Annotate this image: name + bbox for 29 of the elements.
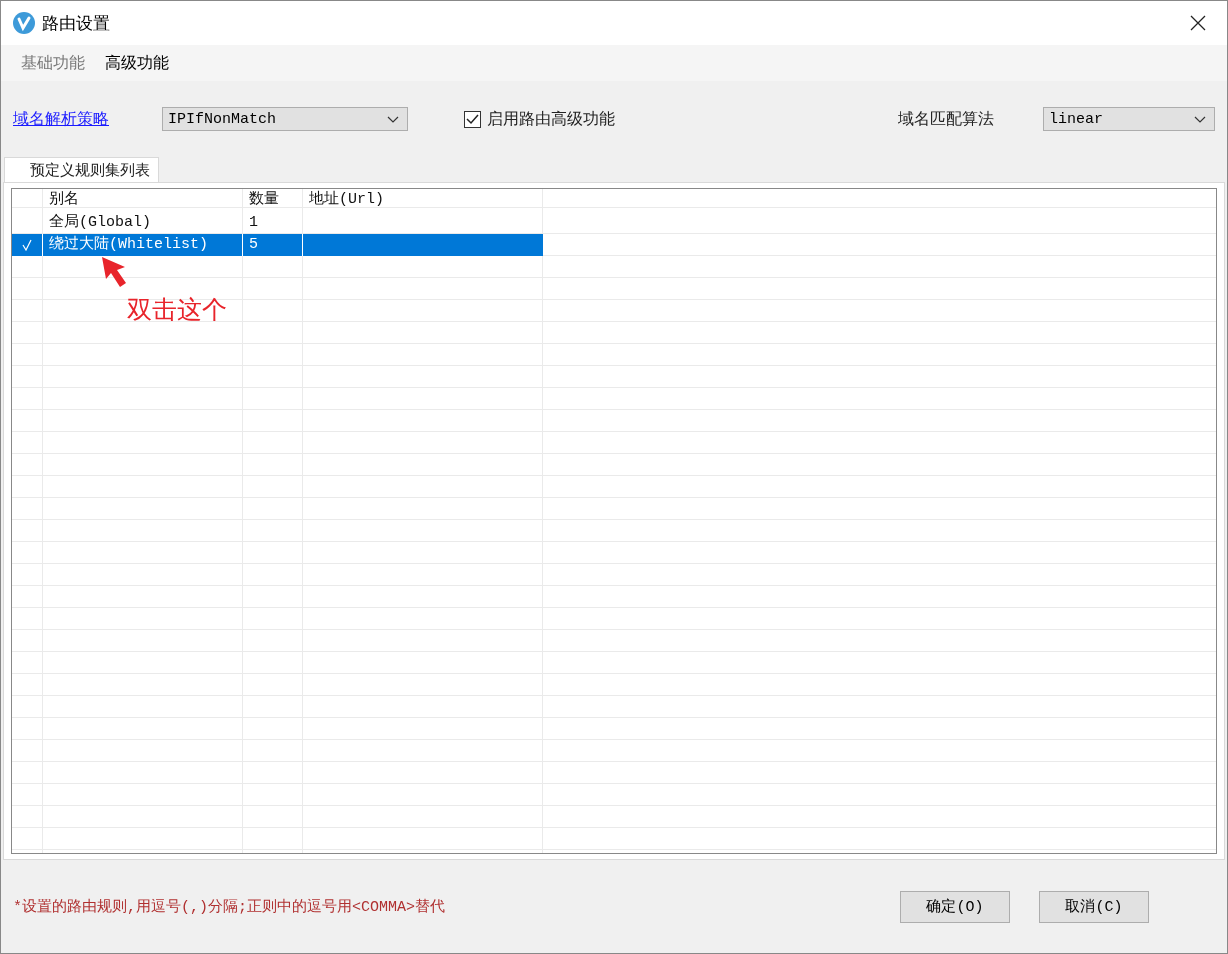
table-row[interactable]: 全局(Global) 1: [12, 212, 543, 234]
table-cell-text: 1: [248, 213, 259, 233]
chevron-down-icon: [387, 115, 399, 123]
dialog-button[interactable]: 取消(C): [1039, 890, 1149, 923]
annotation-text: 双击这个: [127, 294, 227, 326]
dialog-button[interactable]: 确定(O): [900, 890, 1010, 923]
dropdown[interactable]: IPIfNonMatch: [162, 107, 408, 131]
checkbox[interactable]: [464, 110, 481, 128]
tab[interactable]: 预定义规则集列表: [4, 157, 159, 182]
tab[interactable]: 高级功能: [95, 52, 179, 74]
table-cell: 5: [243, 234, 303, 256]
match-algorithm-label: 域名匹配算法: [898, 108, 994, 130]
window-title: 路由设置: [42, 11, 110, 35]
column-header[interactable]: 数量: [243, 189, 303, 212]
tab[interactable]: 基础功能: [11, 52, 95, 74]
column-header[interactable]: 别名: [43, 189, 243, 212]
selected-table-row[interactable]: 绕过大陆(Whitelist) 5: [12, 234, 543, 256]
dropdown[interactable]: linear: [1043, 107, 1215, 131]
column-header[interactable]: 地址(Url): [303, 189, 543, 212]
arrow-pointer-icon: [100, 255, 128, 289]
close-icon[interactable]: [1190, 15, 1206, 31]
chevron-down-icon: [1194, 115, 1206, 123]
domain-strategy-link[interactable]: 域名解析策略: [13, 108, 109, 130]
checkbox-label: 启用路由高级功能: [487, 108, 615, 130]
table-cell-text: 全局(Global): [48, 213, 152, 233]
check-icon: [22, 239, 32, 251]
table-cell: 绕过大陆(Whitelist): [43, 234, 243, 256]
app-logo-icon: [13, 12, 35, 34]
hint-text: *设置的路由规则,用逗号(,)分隔;正则中的逗号用<COMMA>替代: [13, 897, 446, 916]
